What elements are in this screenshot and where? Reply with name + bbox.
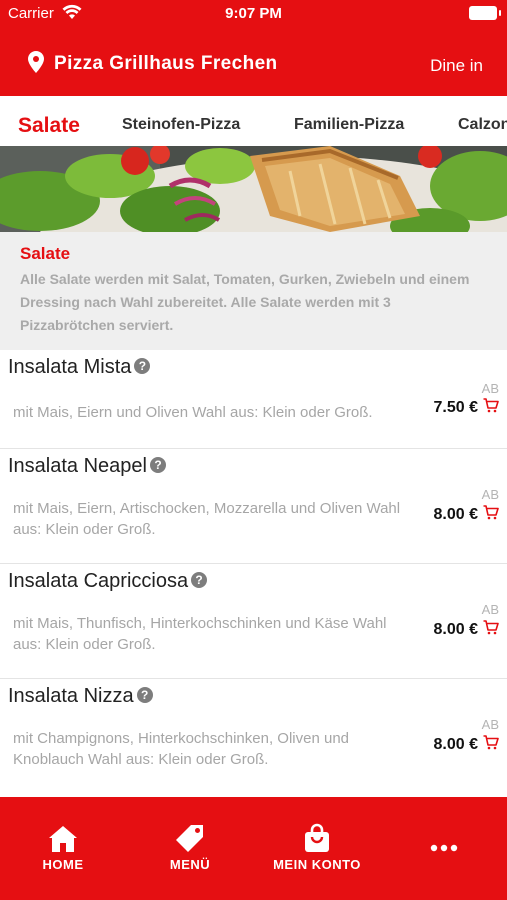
cart-icon[interactable] [483,505,499,525]
list-item[interactable]: Insalata Neapel ? mit Mais, Eiern, Artis… [0,449,507,564]
list-item[interactable]: Insalata Capricciosa ? mit Mais, Thunfis… [0,564,507,679]
item-title: Insalata Nizza ? [8,685,153,708]
price-value: 8.00 € [433,736,478,753]
cart-icon[interactable] [483,735,499,755]
help-icon[interactable]: ? [134,357,151,374]
item-price[interactable]: 8.00 € [434,735,499,755]
list-item[interactable]: Insalata Mista ? mit Mais, Eiern und Oli… [0,350,507,449]
nav-menu[interactable]: MENÜ [135,823,245,872]
nav-home[interactable]: HOME [8,823,118,872]
item-name: Insalata Nizza [8,685,134,707]
product-list: Insalata Mista ? mit Mais, Eiern und Oli… [0,350,507,794]
item-name: Insalata Neapel [8,455,147,477]
nav-home-label: HOME [42,857,84,872]
item-price[interactable]: 8.00 € [434,620,499,640]
order-mode-button[interactable]: Dine in [430,56,483,76]
price-value: 7.50 € [433,399,478,416]
cart-icon[interactable] [483,620,499,640]
price-value: 8.00 € [433,506,478,523]
item-name: Insalata Mista [8,356,132,378]
home-icon [8,823,118,853]
category-text: Alle Salate werden mit Salat, Tomaten, G… [20,271,470,333]
battery-icon [469,6,501,20]
nav-account-label: MEIN KONTO [273,857,361,872]
list-item[interactable]: Insalata Nizza ? mit Champignons, Hinter… [0,679,507,794]
item-description: mit Mais, Eiern und Oliven Wahl aus: Kle… [13,404,373,421]
tab-steinofen-pizza[interactable]: Steinofen-Pizza [122,116,240,134]
tab-familien-pizza[interactable]: Familien-Pizza [294,116,404,134]
category-banner-image [0,146,507,232]
item-description: mit Mais, Eiern, Artischocken, Mozzarell… [13,500,401,538]
category-description: Salate Alle Salate werden mit Salat, Tom… [0,232,507,350]
category-tabs: Salate Steinofen-Pizza Familien-Pizza Ca… [0,96,507,146]
item-name: Insalata Capricciosa [8,570,189,592]
item-price[interactable]: 8.00 € [434,505,499,525]
item-title: Insalata Neapel ? [8,455,166,478]
app-header: Carrier 9:07 PM Pizza Grillhaus Frechen … [0,0,507,96]
restaurant-selector[interactable]: Pizza Grillhaus Frechen [28,50,278,78]
more-icon [389,823,499,853]
price-prefix: AB [481,602,499,617]
shopping-bag-icon [262,823,372,853]
price-prefix: AB [481,717,499,732]
nav-account[interactable]: MEIN KONTO [262,823,372,872]
price-prefix: AB [481,381,499,396]
help-icon[interactable]: ? [149,456,166,473]
bottom-navigation: HOME MENÜ MEIN KONTO [0,797,507,900]
cart-icon[interactable] [483,398,499,418]
item-title: Insalata Mista ? [8,356,151,379]
tag-icon [135,823,245,853]
item-price[interactable]: 7.50 € [434,398,499,418]
price-prefix: AB [481,487,499,502]
restaurant-name: Pizza Grillhaus Frechen [54,53,278,74]
location-pin-icon [28,50,44,78]
tab-calzone[interactable]: Calzone [458,116,507,134]
tab-salate[interactable]: Salate [18,114,80,138]
price-value: 8.00 € [433,621,478,638]
item-description: mit Mais, Thunfisch, Hinterkochschinken … [13,615,387,653]
help-icon[interactable]: ? [191,571,208,588]
nav-menu-label: MENÜ [169,857,211,872]
item-title: Insalata Capricciosa ? [8,570,208,593]
nav-more[interactable] [389,823,499,853]
item-description: mit Champignons, Hinterkochschinken, Oli… [13,730,349,768]
help-icon[interactable]: ? [136,686,153,703]
status-time: 9:07 PM [225,5,282,22]
category-title: Salate [20,244,71,263]
status-bar: Carrier 9:07 PM [0,0,507,28]
